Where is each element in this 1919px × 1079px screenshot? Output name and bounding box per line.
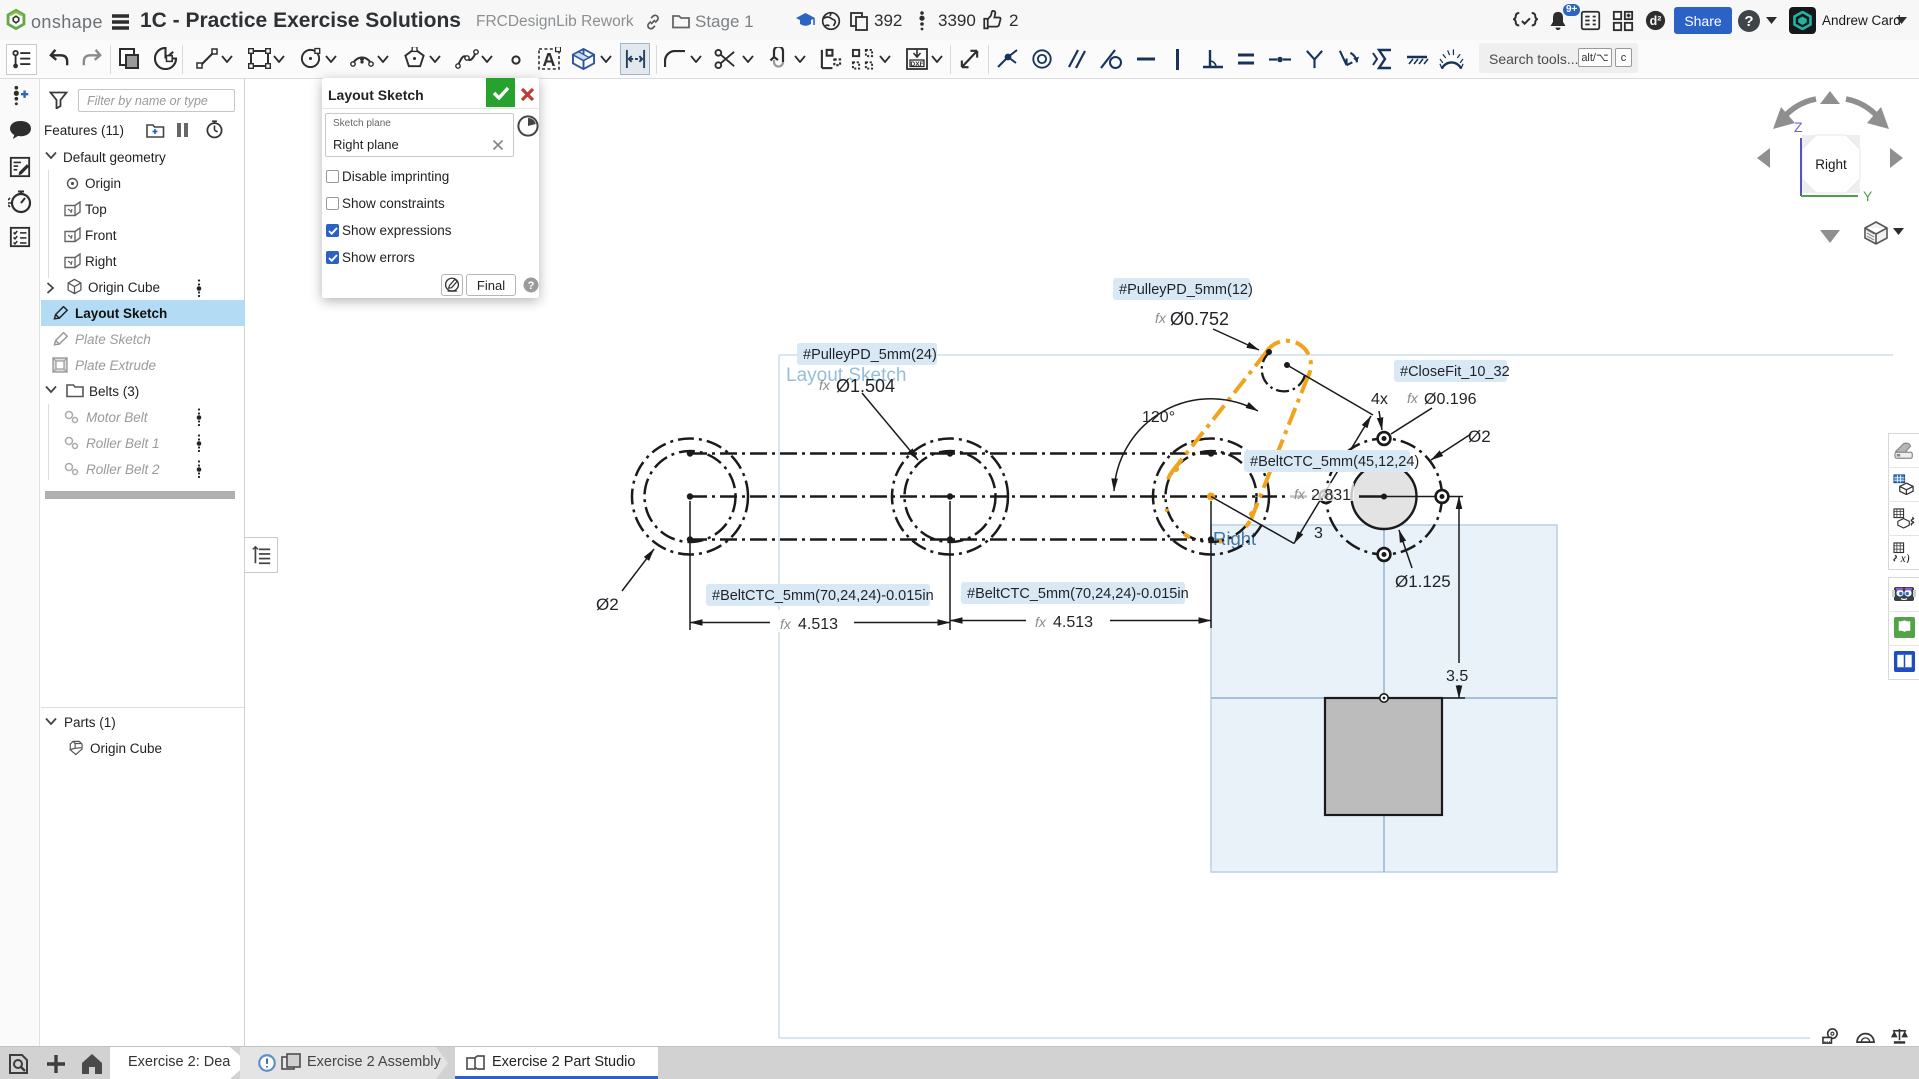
svg-text:A: A bbox=[543, 50, 556, 70]
svg-text:fx: fx bbox=[1155, 310, 1167, 326]
svg-text:fx: fx bbox=[1035, 614, 1047, 630]
svg-text:4.513: 4.513 bbox=[798, 616, 838, 633]
svg-text:Ø0.752: Ø0.752 bbox=[1170, 309, 1229, 329]
svg-text:3.5: 3.5 bbox=[1446, 668, 1468, 685]
svg-text:Ø1.125: Ø1.125 bbox=[1395, 572, 1451, 591]
svg-text:Ø2: Ø2 bbox=[596, 595, 619, 614]
svg-text:fx: fx bbox=[819, 377, 831, 393]
svg-text:fx: fx bbox=[780, 616, 792, 632]
svg-text:fx: fx bbox=[1407, 390, 1419, 406]
svg-text:4.513: 4.513 bbox=[1053, 614, 1093, 631]
svg-text:#CloseFit_10_32: #CloseFit_10_32 bbox=[1400, 364, 1510, 380]
svg-text:#BeltCTC_5mm(45,12,24): #BeltCTC_5mm(45,12,24) bbox=[1250, 454, 1419, 470]
svg-text:Right: Right bbox=[1213, 528, 1256, 549]
svg-text:120°: 120° bbox=[1142, 409, 1175, 426]
svg-text:#PulleyPD_5mm(12): #PulleyPD_5mm(12) bbox=[1119, 282, 1253, 298]
svg-text:Ø0.196: Ø0.196 bbox=[1424, 391, 1477, 408]
svg-text:d²: d² bbox=[1650, 14, 1662, 28]
svg-text:#BeltCTC_5mm(70,24,24)-0.015in: #BeltCTC_5mm(70,24,24)-0.015in bbox=[967, 586, 1189, 602]
svg-text:#PulleyPD_5mm(24): #PulleyPD_5mm(24) bbox=[803, 347, 937, 363]
svg-text:Ø2: Ø2 bbox=[1468, 427, 1491, 446]
svg-text:Ø1.504: Ø1.504 bbox=[836, 376, 895, 396]
svg-text:#BeltCTC_5mm(70,24,24)-0.015in: #BeltCTC_5mm(70,24,24)-0.015in bbox=[712, 588, 934, 604]
svg-text:?: ? bbox=[1744, 13, 1753, 30]
svg-text:4x: 4x bbox=[1371, 391, 1388, 408]
svg-text:DXF: DXF bbox=[911, 61, 924, 68]
svg-text:?: ? bbox=[528, 280, 535, 292]
svg-text:3: 3 bbox=[1314, 525, 1323, 542]
svg-text:2.831: 2.831 bbox=[1311, 487, 1351, 504]
svg-text:fx: fx bbox=[1294, 486, 1306, 502]
